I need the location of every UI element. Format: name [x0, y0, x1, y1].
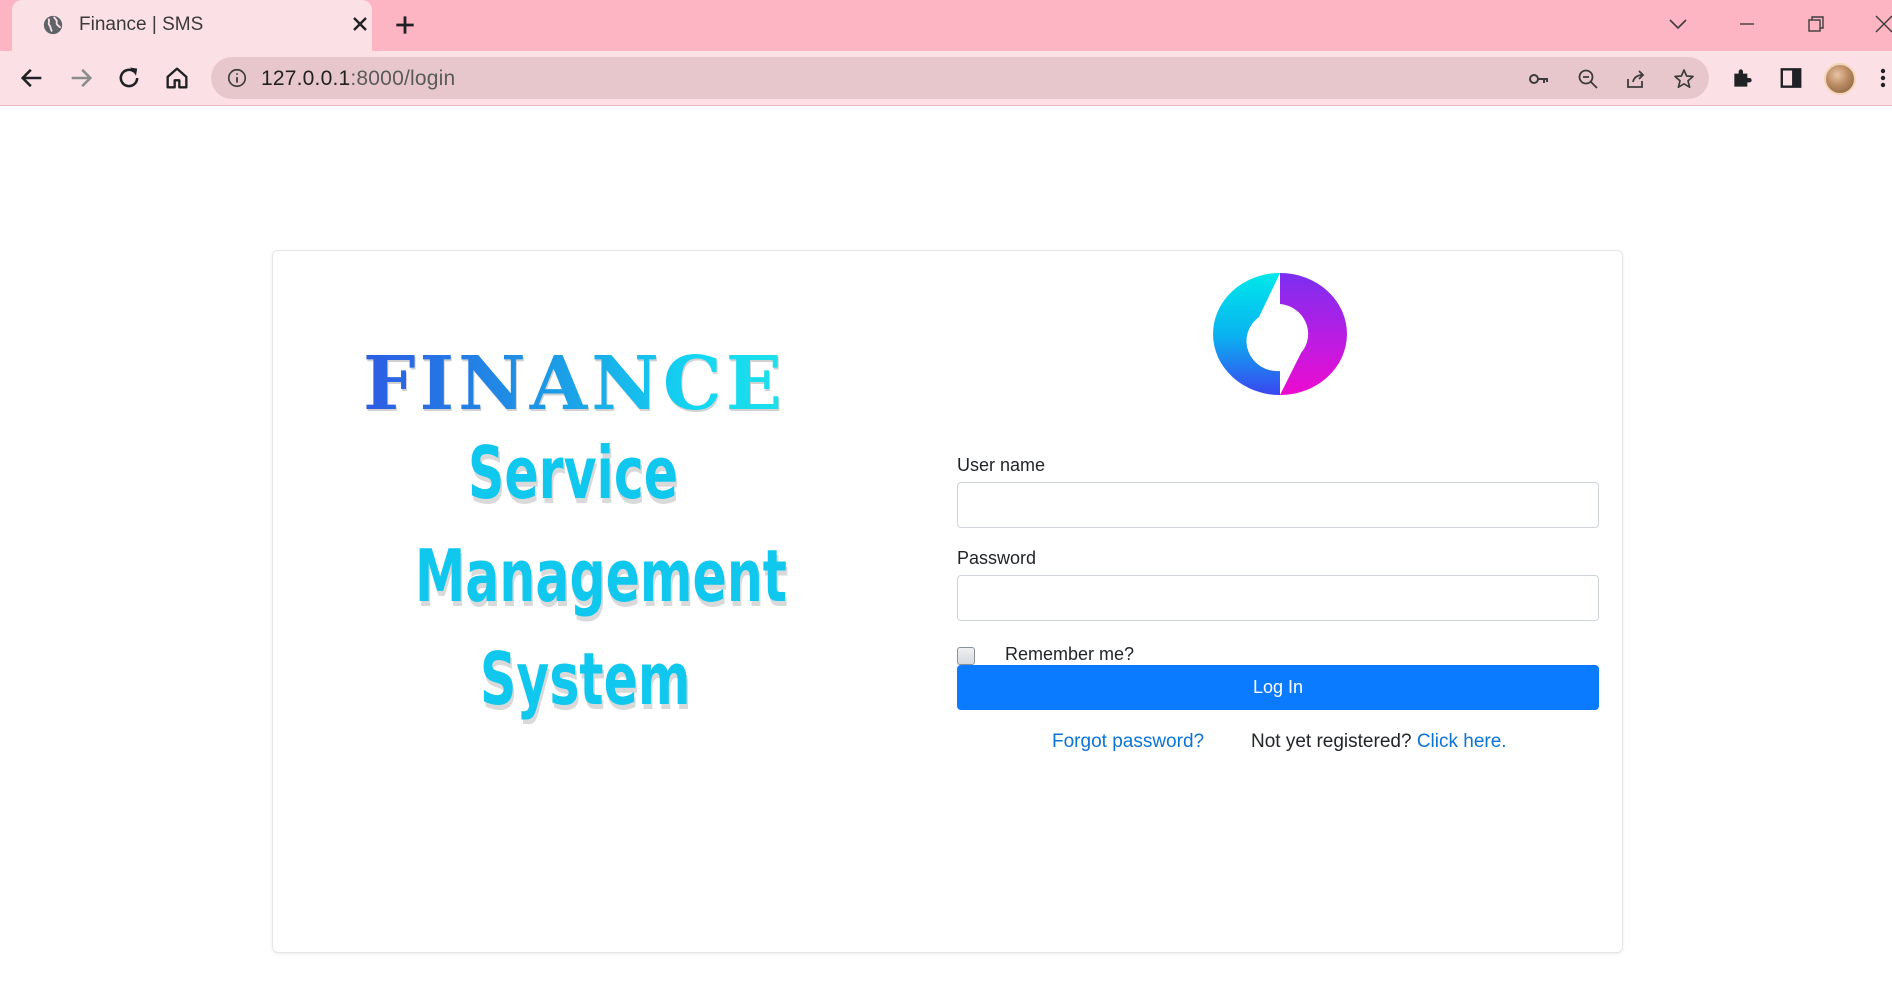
globe-icon [43, 15, 63, 35]
brand-word-management: Management [415, 534, 787, 618]
extensions-icon[interactable] [1730, 65, 1756, 91]
tab-strip: Finance | SMS [0, 0, 1892, 51]
forgot-password-link[interactable]: Forgot password? [1052, 731, 1204, 753]
username-label: User name [957, 455, 1046, 475]
brand-word-system: System [480, 637, 691, 721]
remember-checkbox[interactable] [957, 647, 975, 665]
brand-word-service: Service [468, 431, 679, 515]
form-links: Forgot password? Not yet registered? Cli… [957, 731, 1599, 755]
password-label: Password [957, 548, 1037, 568]
menu-icon[interactable] [1876, 65, 1890, 91]
star-icon[interactable] [1672, 67, 1696, 91]
login-card: FINANCE Service Management System User n… [272, 250, 1623, 953]
share-icon[interactable] [1624, 67, 1648, 91]
info-icon[interactable] [226, 67, 248, 89]
home-icon[interactable] [163, 64, 191, 92]
tab-title: Finance | SMS [79, 14, 204, 35]
password-input[interactable] [957, 575, 1599, 621]
browser-toolbar: 127.0.0.1:8000/login [0, 51, 1892, 106]
plus-icon[interactable] [392, 12, 418, 38]
register-prompt: Not yet registered? Click here. [1251, 731, 1507, 753]
username-input[interactable] [957, 482, 1599, 528]
url-path: :8000/login [350, 67, 456, 90]
window-close-icon[interactable] [1872, 12, 1892, 36]
avatar[interactable] [1824, 63, 1856, 95]
close-icon[interactable] [348, 12, 372, 36]
url-host: 127.0.0.1 [261, 67, 351, 90]
brand-title: FINANCE [363, 341, 787, 427]
remember-label[interactable]: Remember me? [1005, 644, 1134, 665]
side-panel-icon[interactable] [1778, 65, 1804, 91]
minimize-icon[interactable] [1735, 12, 1759, 36]
chevron-down-icon[interactable] [1666, 12, 1690, 36]
key-icon[interactable] [1527, 67, 1551, 91]
browser-tab[interactable]: Finance | SMS [12, 0, 372, 51]
back-icon[interactable] [18, 64, 46, 92]
login-form: User name Password Remember me? Log In F… [957, 455, 1599, 752]
url-text[interactable]: 127.0.0.1:8000/login [261, 67, 455, 91]
address-bar[interactable]: 127.0.0.1:8000/login [211, 57, 1709, 99]
login-button[interactable]: Log In [957, 665, 1599, 710]
app-logo [1213, 273, 1347, 395]
reload-icon[interactable] [115, 64, 143, 92]
zoom-out-icon[interactable] [1576, 67, 1600, 91]
restore-icon[interactable] [1804, 12, 1828, 36]
register-prompt-text: Not yet registered? [1251, 731, 1412, 752]
forward-icon[interactable] [67, 64, 95, 92]
register-link[interactable]: Click here. [1417, 731, 1507, 752]
